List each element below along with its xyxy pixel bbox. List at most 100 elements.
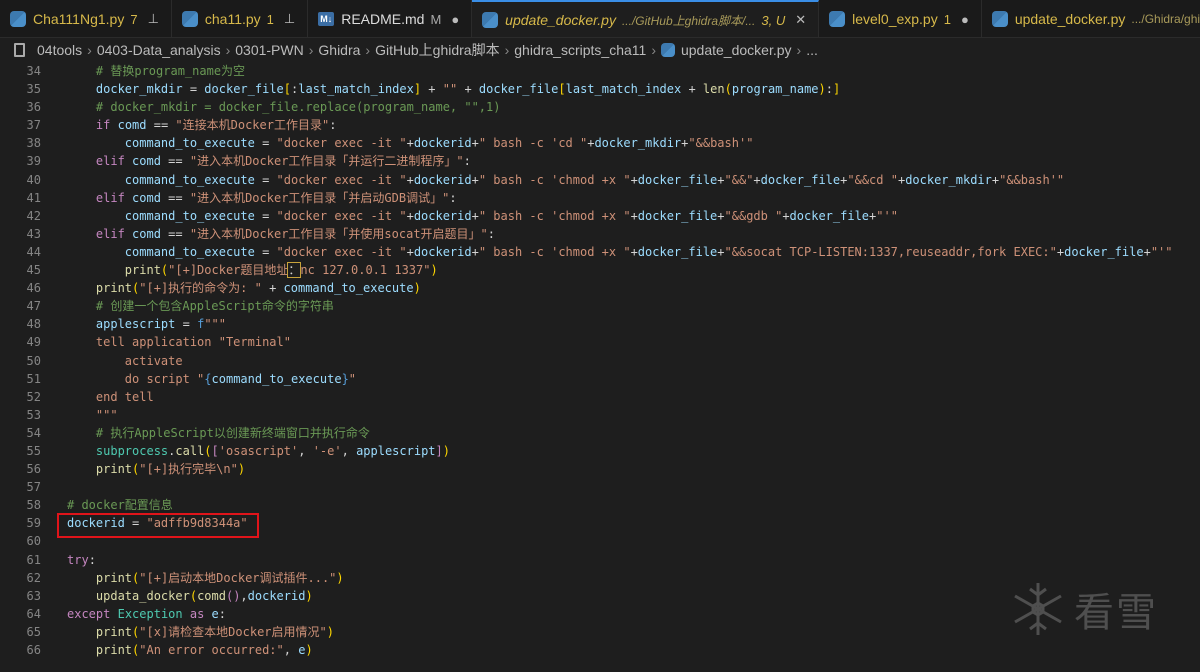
code-line: 58 # docker配置信息 <box>0 496 1200 514</box>
tab-label: cha11.py <box>204 11 261 27</box>
code-token: = <box>254 172 277 187</box>
code-token: print <box>95 570 133 585</box>
line-number: 46 <box>26 281 41 296</box>
code-token: + <box>753 172 761 187</box>
tab-readme-md[interactable]: M↓ README.md M ● <box>308 0 473 37</box>
code-token: [ <box>283 82 292 97</box>
dot-icon[interactable]: ● <box>451 12 459 27</box>
code-token: + <box>630 208 638 223</box>
tab-cha111ng1-py[interactable]: Cha111Ng1.py 7 ⊥ <box>0 0 172 37</box>
code-token: "&&gdb " <box>724 208 783 223</box>
code-token: [ <box>558 82 566 97</box>
code-token: command_to_execute <box>283 281 414 296</box>
code-token: + <box>717 208 725 223</box>
code-token: == <box>160 190 190 205</box>
close-icon[interactable]: ✕ <box>795 12 806 28</box>
python-icon <box>660 43 675 57</box>
tab-label: README.md <box>341 11 425 27</box>
code-token: "docker exec -it " <box>276 244 407 259</box>
line-number: 56 <box>26 462 41 477</box>
code-token: + <box>457 82 479 97</box>
pin-icon[interactable]: ⊥ <box>148 11 159 27</box>
breadcrumb-item[interactable]: 0301-PWN <box>235 42 303 58</box>
code-token: dockerid <box>413 172 472 187</box>
code-token: : <box>463 154 471 169</box>
code-line: 40 command_to_execute = "docker exec -it… <box>0 171 1200 189</box>
code-token: + <box>717 244 725 259</box>
code-token: docker_file <box>789 208 870 223</box>
tab-cha11-py[interactable]: cha11.py 1 ⊥ <box>171 0 309 37</box>
line-content: # 执行AppleScript以创建新终端窗口并执行命令 <box>67 424 370 442</box>
line-content: tell application "Terminal" <box>67 333 291 351</box>
code-token: activate <box>124 353 183 368</box>
breadcrumb-item[interactable]: 0403-Data_analysis <box>97 42 221 58</box>
line-number: 63 <box>26 588 41 603</box>
code-line: 38 command_to_execute = "docker exec -it… <box>0 134 1200 152</box>
code-token: = <box>254 244 277 259</box>
code-token: command_to_execute <box>124 208 255 223</box>
code-token: "进入本机Docker工作目录「并运行二进制程序」" <box>189 154 464 169</box>
code-token: # docker_mkdir = docker_file.replace(pro… <box>95 100 501 115</box>
code-token: except <box>67 606 111 621</box>
breadcrumb-item[interactable]: update_docker.py <box>681 42 792 58</box>
line-number: 42 <box>26 208 41 223</box>
tab-level0_exp-py[interactable]: level0_exp.py 1 ● <box>819 0 982 37</box>
line-content: end tell <box>67 388 154 406</box>
watermark-text: 看雪 <box>1074 590 1158 636</box>
code-token: + <box>471 244 479 259</box>
code-line: 53 """ <box>0 406 1200 424</box>
code-token: "[+]执行完毕\n" <box>139 462 238 477</box>
code-token: + <box>1143 244 1151 259</box>
code-line: 50 activate <box>0 352 1200 370</box>
line-content: # 创建一个包含AppleScript命令的字符串 <box>67 297 334 315</box>
dot-icon[interactable]: ● <box>961 12 969 27</box>
line-content: elif comd == "进入本机Docker工作目录「并运行二进制程序」": <box>67 152 471 170</box>
code-token: " bash -c 'chmod +x " <box>478 244 631 259</box>
code-token: comd <box>197 588 226 603</box>
breadcrumb-item[interactable]: ... <box>806 42 818 58</box>
code-token: { <box>204 371 212 386</box>
code-token: nc 127.0.0.1 1337" <box>300 263 431 278</box>
breadcrumb-item[interactable]: Ghidra <box>318 42 360 58</box>
code-token: """ <box>204 317 226 332</box>
code-token: , <box>341 443 357 458</box>
code-token: , <box>283 643 299 657</box>
code-token: "" <box>442 82 458 97</box>
code-token: docker_mkdir <box>594 136 682 151</box>
code-token: , <box>298 443 313 458</box>
breadcrumb-item[interactable]: ghidra_scripts_cha11 <box>514 42 646 58</box>
chevron-right-icon: › <box>504 42 510 58</box>
code-token: "&&socat TCP-LISTEN:1337,reuseaddr,fork … <box>724 244 1057 259</box>
tab-update_docker-py[interactable]: update_docker.py .../GitHub上ghidra脚本/... 3… <box>472 0 820 37</box>
breadcrumb-item[interactable]: 04tools <box>37 42 82 58</box>
code-token: == <box>160 154 190 169</box>
code-token: docker_file <box>637 208 718 223</box>
line-number: 57 <box>26 480 41 495</box>
line-number: 66 <box>26 643 41 657</box>
code-token: call <box>175 443 205 458</box>
chevron-right-icon: › <box>651 42 656 58</box>
code-line: 52 end tell <box>0 388 1200 406</box>
code-token: subprocess <box>95 443 169 458</box>
code-token: : <box>449 190 457 205</box>
code-token: : <box>329 118 337 133</box>
line-number: 38 <box>26 136 41 151</box>
line-number: 43 <box>26 226 41 241</box>
tab-badge: 1 <box>266 11 274 27</box>
pin-icon[interactable]: ⊥ <box>284 11 295 27</box>
tab-update_docker-py[interactable]: update_docker.py .../Ghidra/ghidra_script… <box>981 0 1200 37</box>
code-token: command_to_execute <box>211 371 342 386</box>
code-token: ) <box>326 624 334 639</box>
tab-label: update_docker.py <box>1014 11 1126 27</box>
breadcrumb-item[interactable]: GitHub上ghidra脚本 <box>375 40 500 60</box>
